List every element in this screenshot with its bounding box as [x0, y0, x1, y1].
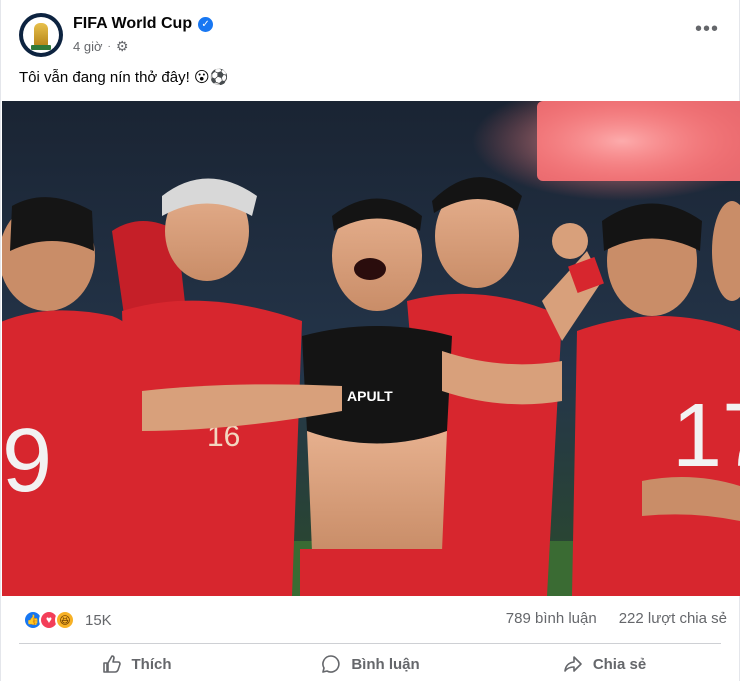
share-arrow-icon: [562, 653, 584, 675]
more-options-icon[interactable]: •••: [695, 19, 719, 39]
like-button[interactable]: Thích: [19, 646, 253, 681]
comment-bubble-icon: [320, 653, 342, 675]
trophy-icon: [31, 23, 51, 50]
post-photo[interactable]: 9 16 APULT 1: [2, 101, 740, 596]
comment-button[interactable]: Bình luận: [253, 646, 487, 681]
shirt-sponsor-text: APULT: [347, 388, 393, 404]
thumbs-up-icon: [101, 653, 123, 675]
share-count[interactable]: 222 lượt chia sẻ: [619, 610, 727, 627]
haha-icon: 😆: [55, 610, 75, 630]
jersey-number-17: 17: [672, 386, 740, 486]
gear-icon[interactable]: ⚙: [116, 38, 129, 55]
page-name-label[interactable]: FIFA World Cup: [73, 15, 192, 33]
reaction-count[interactable]: 15K: [85, 612, 112, 629]
action-bar: Thích Bình luận Chia sẻ: [19, 646, 721, 681]
engagement-stats: 789 bình luận 222 lượt chia sẻ: [506, 610, 727, 627]
post-time[interactable]: 4 giờ: [73, 39, 103, 54]
verified-badge-icon: ✓: [198, 16, 214, 32]
comment-count[interactable]: 789 bình luận: [506, 610, 597, 627]
divider: [19, 643, 721, 644]
reaction-summary[interactable]: 👍 ♥ 😆 15K: [23, 609, 112, 631]
facebook-post: FIFA World Cup ✓ 4 giờ · ⚙ ••• Tôi vẫn đ…: [0, 0, 740, 681]
like-label: Thích: [131, 655, 172, 673]
share-button[interactable]: Chia sẻ: [487, 646, 721, 681]
post-header: FIFA World Cup ✓ 4 giờ · ⚙ •••: [19, 13, 719, 59]
fifa-logo: [23, 17, 59, 53]
page-name[interactable]: FIFA World Cup ✓: [73, 15, 214, 33]
share-label: Chia sẻ: [592, 655, 647, 673]
celebration-photo: 9 16 APULT 1: [2, 101, 740, 596]
post-caption: Tôi vẫn đang nín thở đây! 😮⚽: [19, 69, 229, 86]
page-avatar[interactable]: [19, 13, 63, 57]
post-meta: 4 giờ · ⚙: [73, 38, 128, 55]
jersey-number-9: 9: [2, 411, 52, 511]
separator-dot: ·: [107, 41, 111, 52]
comment-label: Bình luận: [351, 655, 420, 673]
